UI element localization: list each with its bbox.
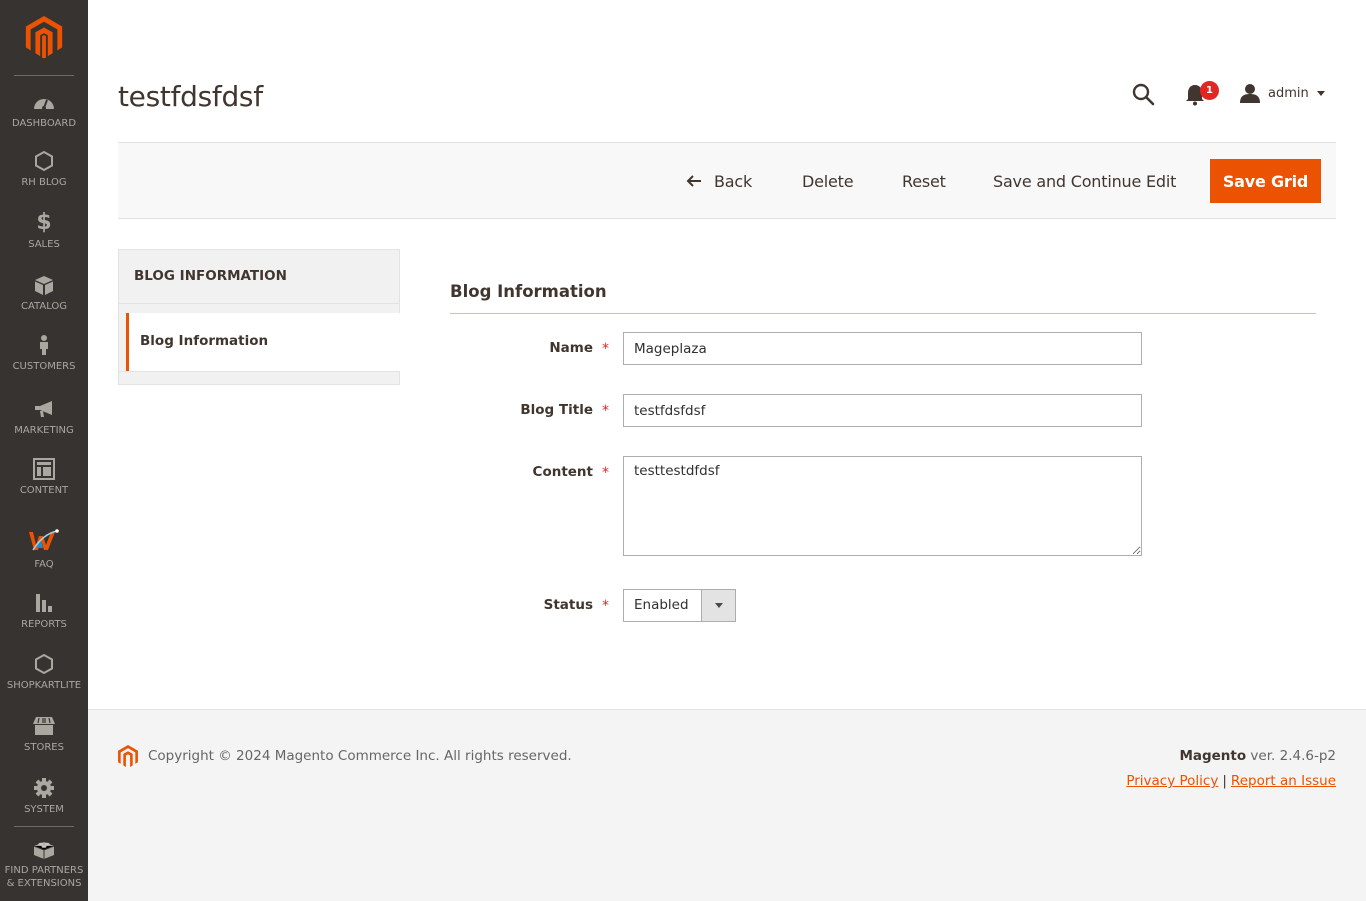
tab-blog-information[interactable]: Blog Information bbox=[126, 313, 400, 371]
sidebar-label: RH BLOG bbox=[21, 177, 67, 188]
magento-logo-icon[interactable] bbox=[25, 16, 63, 58]
status-select[interactable]: Enabled bbox=[623, 589, 736, 622]
sidebar-label: DASHBOARD bbox=[11, 118, 77, 129]
tab-label: Blog Information bbox=[140, 333, 269, 349]
fieldset-divider bbox=[450, 313, 1316, 314]
lego-brick-icon bbox=[33, 842, 55, 859]
user-menu[interactable]: admin bbox=[1240, 82, 1325, 104]
sidebar-label: REPORTS bbox=[21, 619, 67, 630]
blog-title-label: Blog Title bbox=[520, 402, 593, 418]
footer-links: Privacy Policy | Report an Issue bbox=[1126, 773, 1336, 789]
save-button[interactable]: Save Grid bbox=[1210, 159, 1321, 203]
sidebar-label: CUSTOMERS bbox=[12, 361, 76, 372]
copyright: Copyright © 2024 Magento Commerce Inc. A… bbox=[148, 748, 572, 764]
sidebar-item-reports[interactable]: REPORTS bbox=[0, 592, 88, 631]
hexagon-icon bbox=[35, 653, 53, 675]
sidebar-divider bbox=[14, 826, 74, 827]
hexagon-icon bbox=[35, 150, 53, 172]
sidebar-label: CATALOG bbox=[20, 301, 68, 312]
sidebar-label: SYSTEM bbox=[24, 804, 64, 815]
sidebar-item-rh-blog[interactable]: RH BLOG bbox=[0, 150, 88, 189]
sidebar-label: CONTENT bbox=[19, 485, 69, 496]
delete-button[interactable]: Delete bbox=[802, 159, 854, 203]
sidebar-label: & EXTENSIONS bbox=[6, 878, 82, 889]
megaphone-icon bbox=[35, 401, 52, 417]
save-and-continue-button[interactable]: Save and Continue Edit bbox=[993, 159, 1176, 203]
chevron-down-icon bbox=[1316, 90, 1325, 96]
sidebar-label: FIND PARTNERS bbox=[4, 865, 84, 876]
person-icon bbox=[40, 335, 48, 355]
layout-icon bbox=[33, 458, 55, 480]
link-separator: | bbox=[1222, 773, 1227, 789]
sidebar-label: FAQ bbox=[34, 559, 54, 570]
select-arrow[interactable] bbox=[701, 590, 735, 621]
admin-sidebar: DASHBOARD RH BLOG $ SALES CATALOG CUSTOM… bbox=[0, 0, 88, 901]
user-icon bbox=[1240, 84, 1260, 103]
content-label: Content bbox=[532, 464, 593, 480]
divider bbox=[119, 303, 399, 304]
sidebar-item-stores[interactable]: STORES bbox=[0, 715, 88, 754]
sidebar-item-dashboard[interactable]: DASHBOARD bbox=[0, 91, 88, 130]
divider bbox=[119, 371, 399, 372]
sidebar-divider bbox=[14, 75, 74, 76]
privacy-policy-link[interactable]: Privacy Policy bbox=[1126, 773, 1218, 789]
version: ver. 2.4.6-p2 bbox=[1246, 748, 1336, 764]
gear-icon bbox=[34, 778, 54, 798]
sidebar-item-content[interactable]: CONTENT bbox=[0, 458, 88, 497]
sidebar-label: SALES bbox=[28, 239, 60, 250]
sidebar-label: MARKETING bbox=[14, 425, 74, 436]
sidebar-label: SHOPKARTLITE bbox=[6, 680, 82, 691]
report-issue-link[interactable]: Report an Issue bbox=[1231, 773, 1336, 789]
back-label: Back bbox=[714, 171, 753, 191]
page-footer: Copyright © 2024 Magento Commerce Inc. A… bbox=[88, 709, 1366, 901]
fieldset-title: Blog Information bbox=[450, 282, 607, 301]
back-button[interactable]: Back bbox=[686, 159, 752, 203]
sidebar-label: STORES bbox=[24, 742, 64, 753]
required-mark: * bbox=[602, 598, 609, 614]
name-field[interactable] bbox=[623, 332, 1142, 365]
sidebar-item-catalog[interactable]: CATALOG bbox=[0, 274, 88, 313]
blog-title-field[interactable] bbox=[623, 394, 1142, 427]
version-info: Magento ver. 2.4.6-p2 bbox=[1179, 748, 1336, 764]
magento-logo-icon bbox=[118, 745, 138, 767]
required-mark: * bbox=[602, 465, 609, 481]
sidebar-item-faq[interactable]: FAQ bbox=[0, 528, 88, 571]
storefront-icon bbox=[33, 717, 55, 735]
box-icon bbox=[35, 276, 53, 295]
sidebar-item-shopkartlite[interactable]: SHOPKARTLITE bbox=[0, 653, 88, 692]
chevron-down-icon bbox=[714, 603, 723, 608]
content-field[interactable]: testtestdfdsf bbox=[623, 456, 1142, 556]
status-label: Status bbox=[543, 597, 593, 613]
sidebar-item-system[interactable]: SYSTEM bbox=[0, 777, 88, 816]
faq-logo-icon bbox=[29, 529, 59, 551]
user-name: admin bbox=[1268, 85, 1309, 101]
sidebar-item-marketing[interactable]: MARKETING bbox=[0, 398, 88, 437]
sidebar-item-find-partners[interactable]: FIND PARTNERS & EXTENSIONS bbox=[0, 838, 88, 890]
arrow-left-icon bbox=[686, 175, 701, 187]
notification-badge[interactable]: 1 bbox=[1200, 81, 1219, 100]
page-actions-toolbar: Back Delete Reset Save and Continue Edit… bbox=[118, 142, 1336, 219]
search-icon[interactable] bbox=[1131, 82, 1155, 106]
bar-chart-icon bbox=[36, 594, 52, 612]
page-title: testfdsfdsf bbox=[118, 80, 263, 113]
brand-name: Magento bbox=[1179, 748, 1247, 764]
reset-button[interactable]: Reset bbox=[902, 159, 946, 203]
name-label: Name bbox=[549, 340, 593, 356]
required-mark: * bbox=[602, 341, 609, 357]
speedometer-icon bbox=[34, 99, 54, 110]
required-mark: * bbox=[602, 403, 609, 419]
side-tabs: BLOG INFORMATION Blog Information bbox=[118, 249, 400, 385]
tabs-title: BLOG INFORMATION bbox=[134, 268, 287, 284]
status-value: Enabled bbox=[634, 597, 689, 613]
sidebar-item-sales[interactable]: $ SALES bbox=[0, 212, 88, 251]
dollar-icon: $ bbox=[36, 210, 52, 235]
sidebar-item-customers[interactable]: CUSTOMERS bbox=[0, 334, 88, 373]
